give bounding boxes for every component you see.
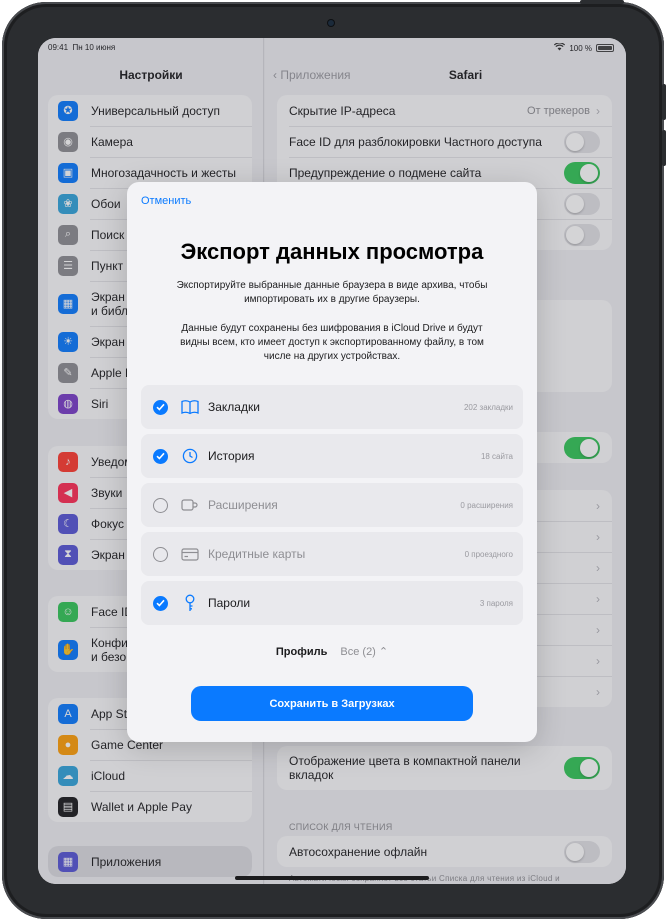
profile-label: Профиль: [275, 646, 328, 658]
export-option-count: 18 сайта: [480, 451, 513, 461]
profile-value: Все (2): [340, 646, 376, 658]
export-option-count: 0 расширения: [460, 500, 513, 510]
key-icon: [180, 593, 200, 613]
clock-icon: [180, 446, 200, 466]
checkmark-circle-icon[interactable]: [153, 399, 168, 415]
volume-down-button: [662, 130, 666, 166]
volume-up-button: [662, 84, 666, 120]
top-button: [580, 0, 624, 4]
empty-circle-icon[interactable]: [153, 546, 168, 562]
front-camera: [328, 20, 334, 26]
export-browsing-data-sheet: Отменить Экспорт данных просмотра Экспор…: [127, 182, 537, 742]
export-option-row[interactable]: История 18 сайта: [141, 434, 523, 478]
home-indicator: [235, 876, 429, 880]
export-option-count: 3 пароля: [479, 598, 513, 608]
sheet-warning: Данные будут сохранены без шифрования в …: [180, 323, 484, 362]
export-options-list: Закладки 202 закладки История 18 сайта Расши…: [141, 385, 523, 630]
sheet-description: Экспортируйте выбранные данные браузера …: [176, 280, 488, 305]
chevron-up-down-icon: ⌃: [378, 646, 389, 658]
export-option-row[interactable]: Расширения 0 расширения: [141, 483, 523, 527]
export-option-label: Кредитные карты: [208, 547, 306, 561]
export-option-row[interactable]: Закладки 202 закладки: [141, 385, 523, 429]
cancel-button[interactable]: Отменить: [141, 195, 191, 207]
checkmark-circle-icon[interactable]: [153, 595, 168, 611]
screen: Настройки ✪ Универсальный доступ ◉ Камера ▣ М…: [38, 38, 626, 884]
profile-picker[interactable]: Профиль Все (2) ⌃: [127, 645, 537, 658]
checkmark-circle-icon[interactable]: [153, 448, 168, 464]
export-option-label: История: [208, 449, 255, 463]
book-icon: [180, 397, 200, 417]
sheet-title: Экспорт данных просмотра: [180, 239, 484, 264]
export-option-row[interactable]: Пароли 3 пароля: [141, 581, 523, 625]
extension-icon: [180, 495, 200, 515]
empty-circle-icon[interactable]: [153, 497, 168, 513]
export-option-count: 0 проездного: [464, 549, 513, 559]
export-option-label: Расширения: [208, 498, 278, 512]
export-option-label: Закладки: [208, 400, 260, 414]
export-option-count: 202 закладки: [463, 402, 513, 412]
save-to-downloads-button[interactable]: Сохранить в Загрузках: [191, 686, 473, 721]
export-option-row[interactable]: Кредитные карты 0 проездного: [141, 532, 523, 576]
credit-card-icon: [180, 544, 200, 564]
export-option-label: Пароли: [208, 596, 251, 610]
